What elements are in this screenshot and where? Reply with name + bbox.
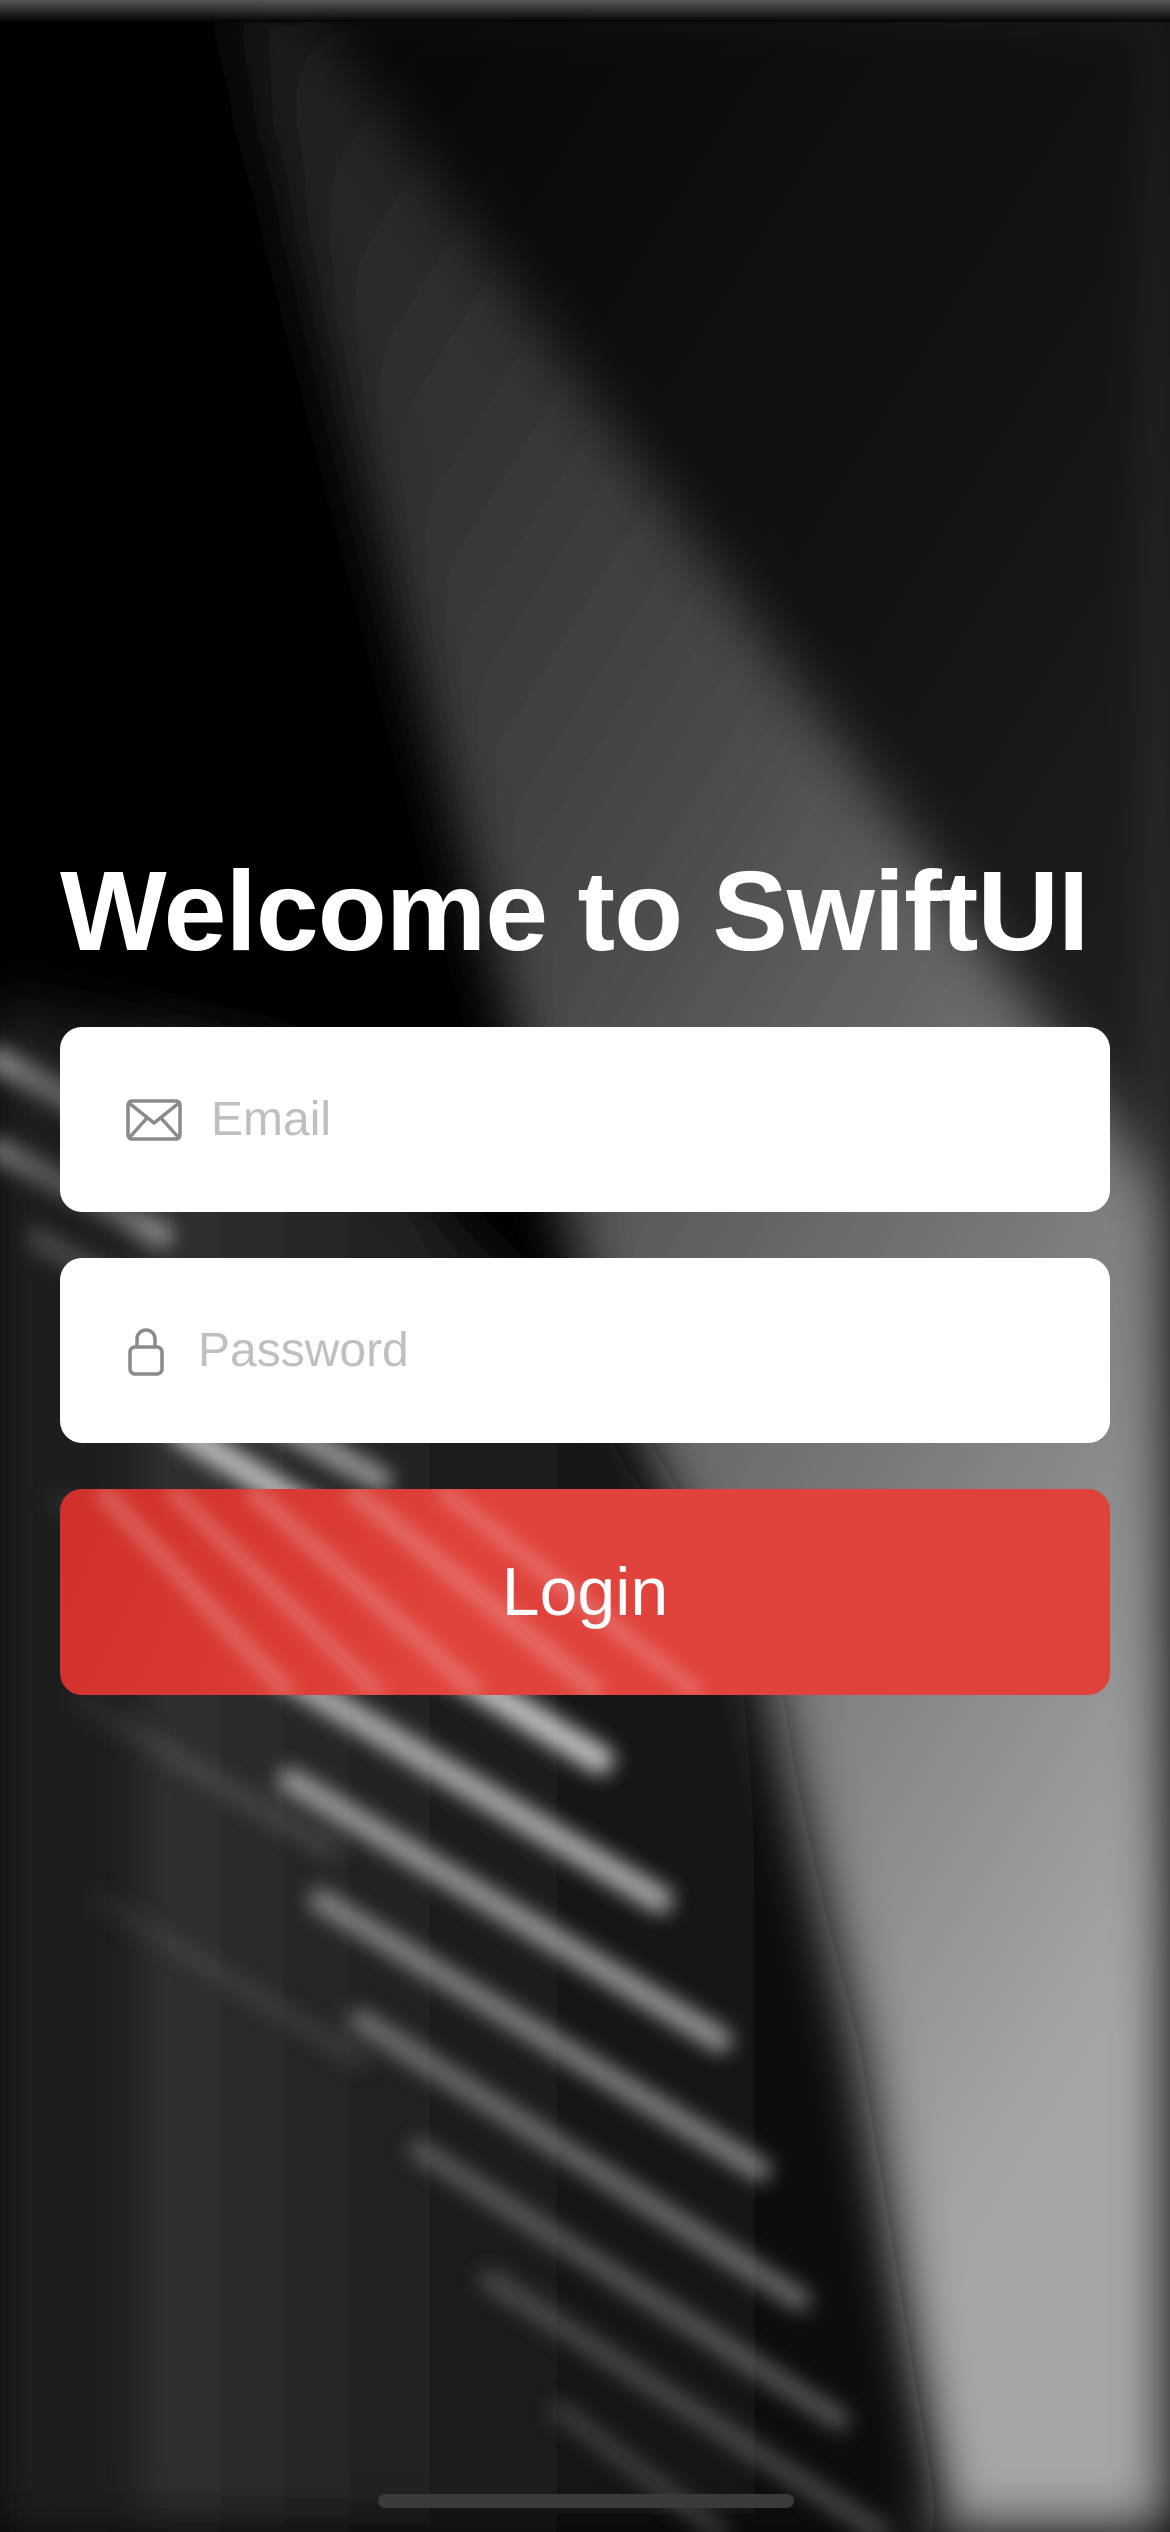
lock-icon	[128, 1327, 164, 1376]
login-button-label: Login	[501, 1554, 669, 1630]
password-field[interactable]	[60, 1258, 1110, 1443]
status-bar-edge	[0, 0, 1170, 22]
home-indicator[interactable]	[378, 2494, 794, 2508]
email-input[interactable]	[211, 1027, 1070, 1212]
envelope-icon	[126, 1098, 182, 1141]
page-title: Welcome to SwiftUI	[60, 848, 1089, 974]
email-field[interactable]	[60, 1027, 1110, 1212]
login-button[interactable]: Login	[60, 1489, 1110, 1695]
login-screen: Welcome to SwiftUI Email Login	[0, 0, 1170, 2532]
password-input[interactable]	[198, 1258, 1070, 1443]
